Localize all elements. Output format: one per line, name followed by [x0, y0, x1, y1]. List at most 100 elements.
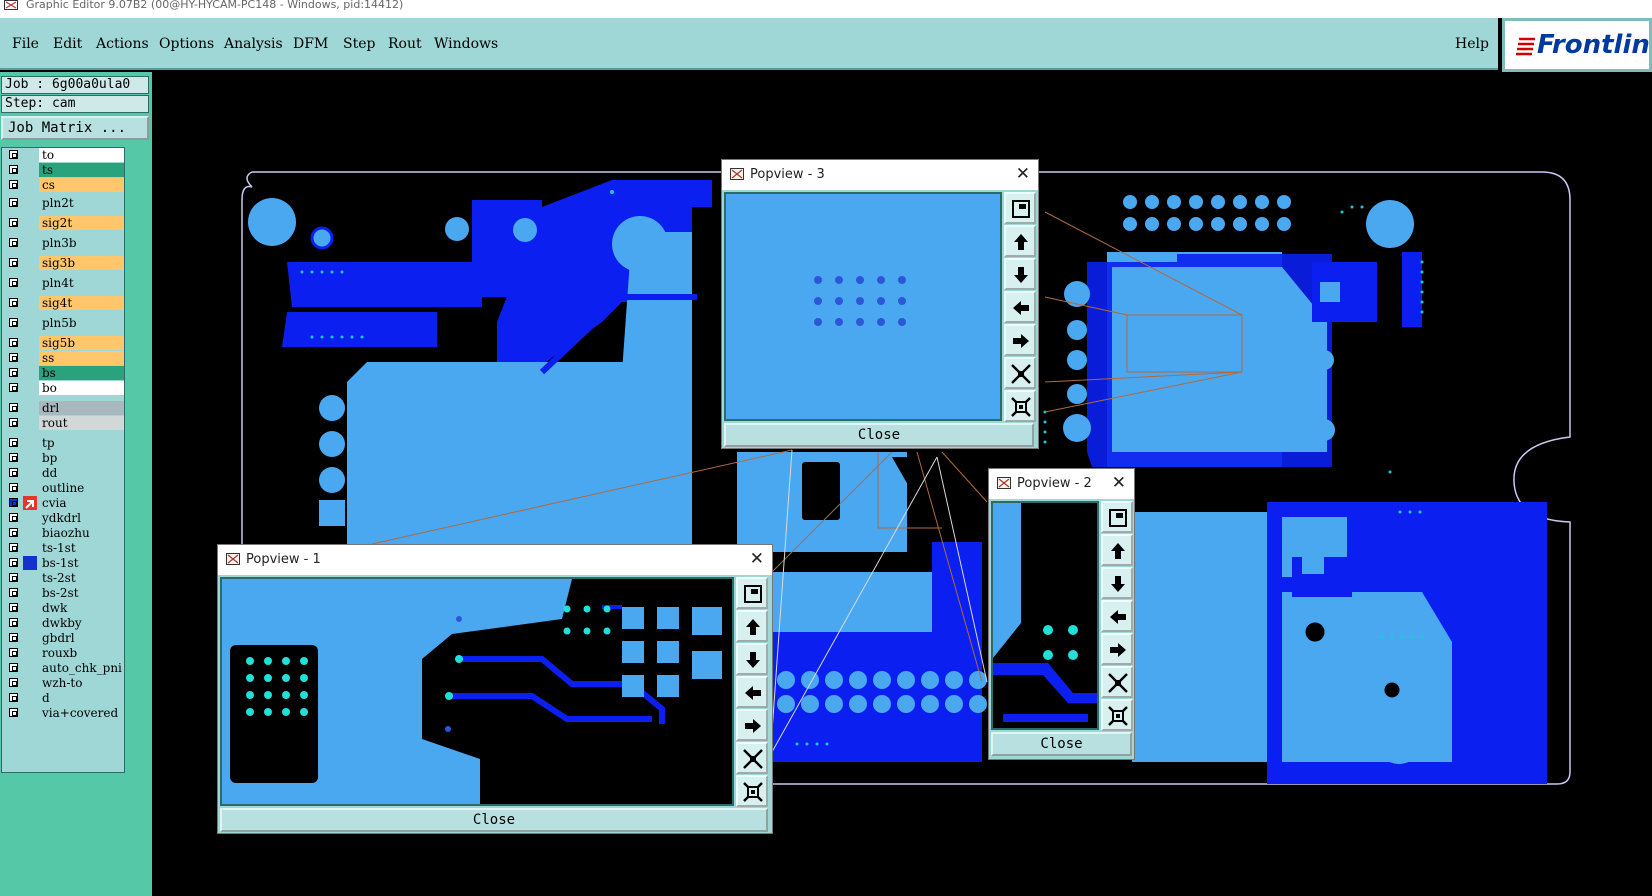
zoom-out-button[interactable] [736, 742, 768, 774]
layer-checkbox[interactable] [9, 453, 18, 462]
job-matrix-button[interactable]: Job Matrix ... [1, 116, 149, 140]
layer-checkbox[interactable] [9, 543, 18, 552]
layer-checkbox[interactable] [9, 353, 18, 362]
zoom-home-button[interactable] [1004, 192, 1036, 224]
layer-checkbox[interactable] [9, 633, 18, 642]
popview-1-close-button[interactable]: Close [220, 808, 768, 832]
pan-down-button[interactable] [1101, 567, 1133, 599]
layer-checkbox[interactable] [9, 418, 18, 427]
menu-analysis[interactable]: Analysis [224, 36, 283, 52]
pan-left-button[interactable] [1101, 600, 1133, 632]
pan-down-button[interactable] [736, 643, 768, 675]
layer-checkbox[interactable] [9, 528, 18, 537]
layer-checkbox[interactable] [9, 368, 18, 377]
menu-help[interactable]: Help [1455, 36, 1489, 52]
step-name-label: Step: cam [1, 95, 149, 113]
layer-checkbox[interactable] [9, 468, 18, 477]
layer-name: d [39, 691, 124, 705]
popview-1-body: Close [218, 575, 772, 833]
layer-checkbox[interactable] [9, 278, 18, 287]
layer-checkbox[interactable] [9, 338, 18, 347]
layer-indicator [23, 511, 37, 525]
layer-indicator [23, 351, 37, 365]
layer-checkbox[interactable] [9, 558, 18, 567]
layer-checkbox[interactable] [9, 618, 18, 627]
layer-checkbox[interactable] [9, 318, 18, 327]
pan-up-icon [1014, 234, 1028, 250]
menu-dfm[interactable]: DFM [293, 36, 328, 52]
layer-checkbox[interactable] [9, 180, 18, 189]
popview-1-window: Popview - 1 ✕ Close [217, 544, 773, 834]
layer-name: sig4t [39, 296, 124, 310]
light-plane [1132, 512, 1267, 762]
layer-checkbox[interactable] [9, 498, 18, 507]
close-icon[interactable]: ✕ [1016, 164, 1030, 184]
layer-indicator [23, 236, 37, 250]
layer-checkbox[interactable] [9, 513, 18, 522]
popview-3-viewport[interactable] [724, 192, 1002, 421]
layer-checkbox[interactable] [9, 165, 18, 174]
menu-windows[interactable]: Windows [434, 36, 498, 52]
layer-name: ss [39, 351, 124, 365]
zoom-in-button[interactable] [736, 775, 768, 807]
layer-checkbox[interactable] [9, 588, 18, 597]
layer-indicator [23, 526, 37, 540]
layer-checkbox[interactable] [9, 483, 18, 492]
zoom-in-button[interactable] [1101, 699, 1133, 731]
zoom-in-button[interactable] [1004, 390, 1036, 422]
layer-name: gbdrl [39, 631, 124, 645]
layer-checkbox[interactable] [9, 663, 18, 672]
pan-up-button[interactable] [1004, 225, 1036, 257]
layer-name: ts-2st [39, 571, 124, 585]
zoom-out-button[interactable] [1101, 666, 1133, 698]
graphic-canvas[interactable]: Popview - 3 ✕ Close Popview - 2 ✕ Close … [152, 72, 1652, 896]
layer-checkbox[interactable] [9, 403, 18, 412]
pan-left-button[interactable] [1004, 291, 1036, 323]
popview-2-close-button[interactable]: Close [991, 732, 1132, 756]
layer-indicator [23, 316, 37, 330]
layer-checkbox[interactable] [9, 603, 18, 612]
layer-checkbox[interactable] [9, 198, 18, 207]
menu-actions[interactable]: Actions [96, 36, 149, 52]
close-icon[interactable]: ✕ [1112, 473, 1126, 493]
zoom-home-button[interactable] [1101, 501, 1133, 533]
zoom-out-icon [743, 749, 763, 769]
layer-checkbox[interactable] [9, 218, 18, 227]
pan-right-button[interactable] [736, 709, 768, 741]
zoom-out-button[interactable] [1004, 357, 1036, 389]
menu-rout[interactable]: Rout [388, 36, 422, 52]
close-icon[interactable]: ✕ [750, 549, 764, 569]
popview-1-viewport[interactable] [220, 577, 734, 806]
layer-checkbox[interactable] [9, 383, 18, 392]
popview-3-zoom-content [814, 276, 906, 326]
layer-checkbox[interactable] [9, 693, 18, 702]
menu-step[interactable]: Step [343, 36, 375, 52]
pan-up-button[interactable] [1101, 534, 1133, 566]
layer-checkbox[interactable] [9, 258, 18, 267]
menu-file[interactable]: File [12, 36, 39, 52]
popview-3-titlebar[interactable]: Popview - 3 ✕ [722, 160, 1038, 190]
pan-right-button[interactable] [1004, 324, 1036, 356]
menu-options[interactable]: Options [159, 36, 214, 52]
copper-pour [1402, 252, 1422, 327]
popview-2-viewport[interactable] [991, 501, 1099, 730]
layer-checkbox[interactable] [9, 573, 18, 582]
layer-checkbox[interactable] [9, 438, 18, 447]
pan-down-icon [1014, 267, 1028, 283]
layer-checkbox[interactable] [9, 298, 18, 307]
layer-checkbox[interactable] [9, 648, 18, 657]
pan-up-button[interactable] [736, 610, 768, 642]
pan-right-button[interactable] [1101, 633, 1133, 665]
layer-checkbox[interactable] [9, 678, 18, 687]
popview-2-titlebar[interactable]: Popview - 2 ✕ [989, 469, 1134, 499]
pan-left-button[interactable] [736, 676, 768, 708]
layer-checkbox[interactable] [9, 708, 18, 717]
layer-checkbox[interactable] [9, 238, 18, 247]
popview-3-window: Popview - 3 ✕ Close [721, 159, 1039, 449]
layer-checkbox[interactable] [9, 150, 18, 159]
popview-1-titlebar[interactable]: Popview - 1 ✕ [218, 545, 772, 575]
popview-3-close-button[interactable]: Close [724, 423, 1034, 447]
pan-down-button[interactable] [1004, 258, 1036, 290]
zoom-home-button[interactable] [736, 577, 768, 609]
menu-edit[interactable]: Edit [53, 36, 82, 52]
